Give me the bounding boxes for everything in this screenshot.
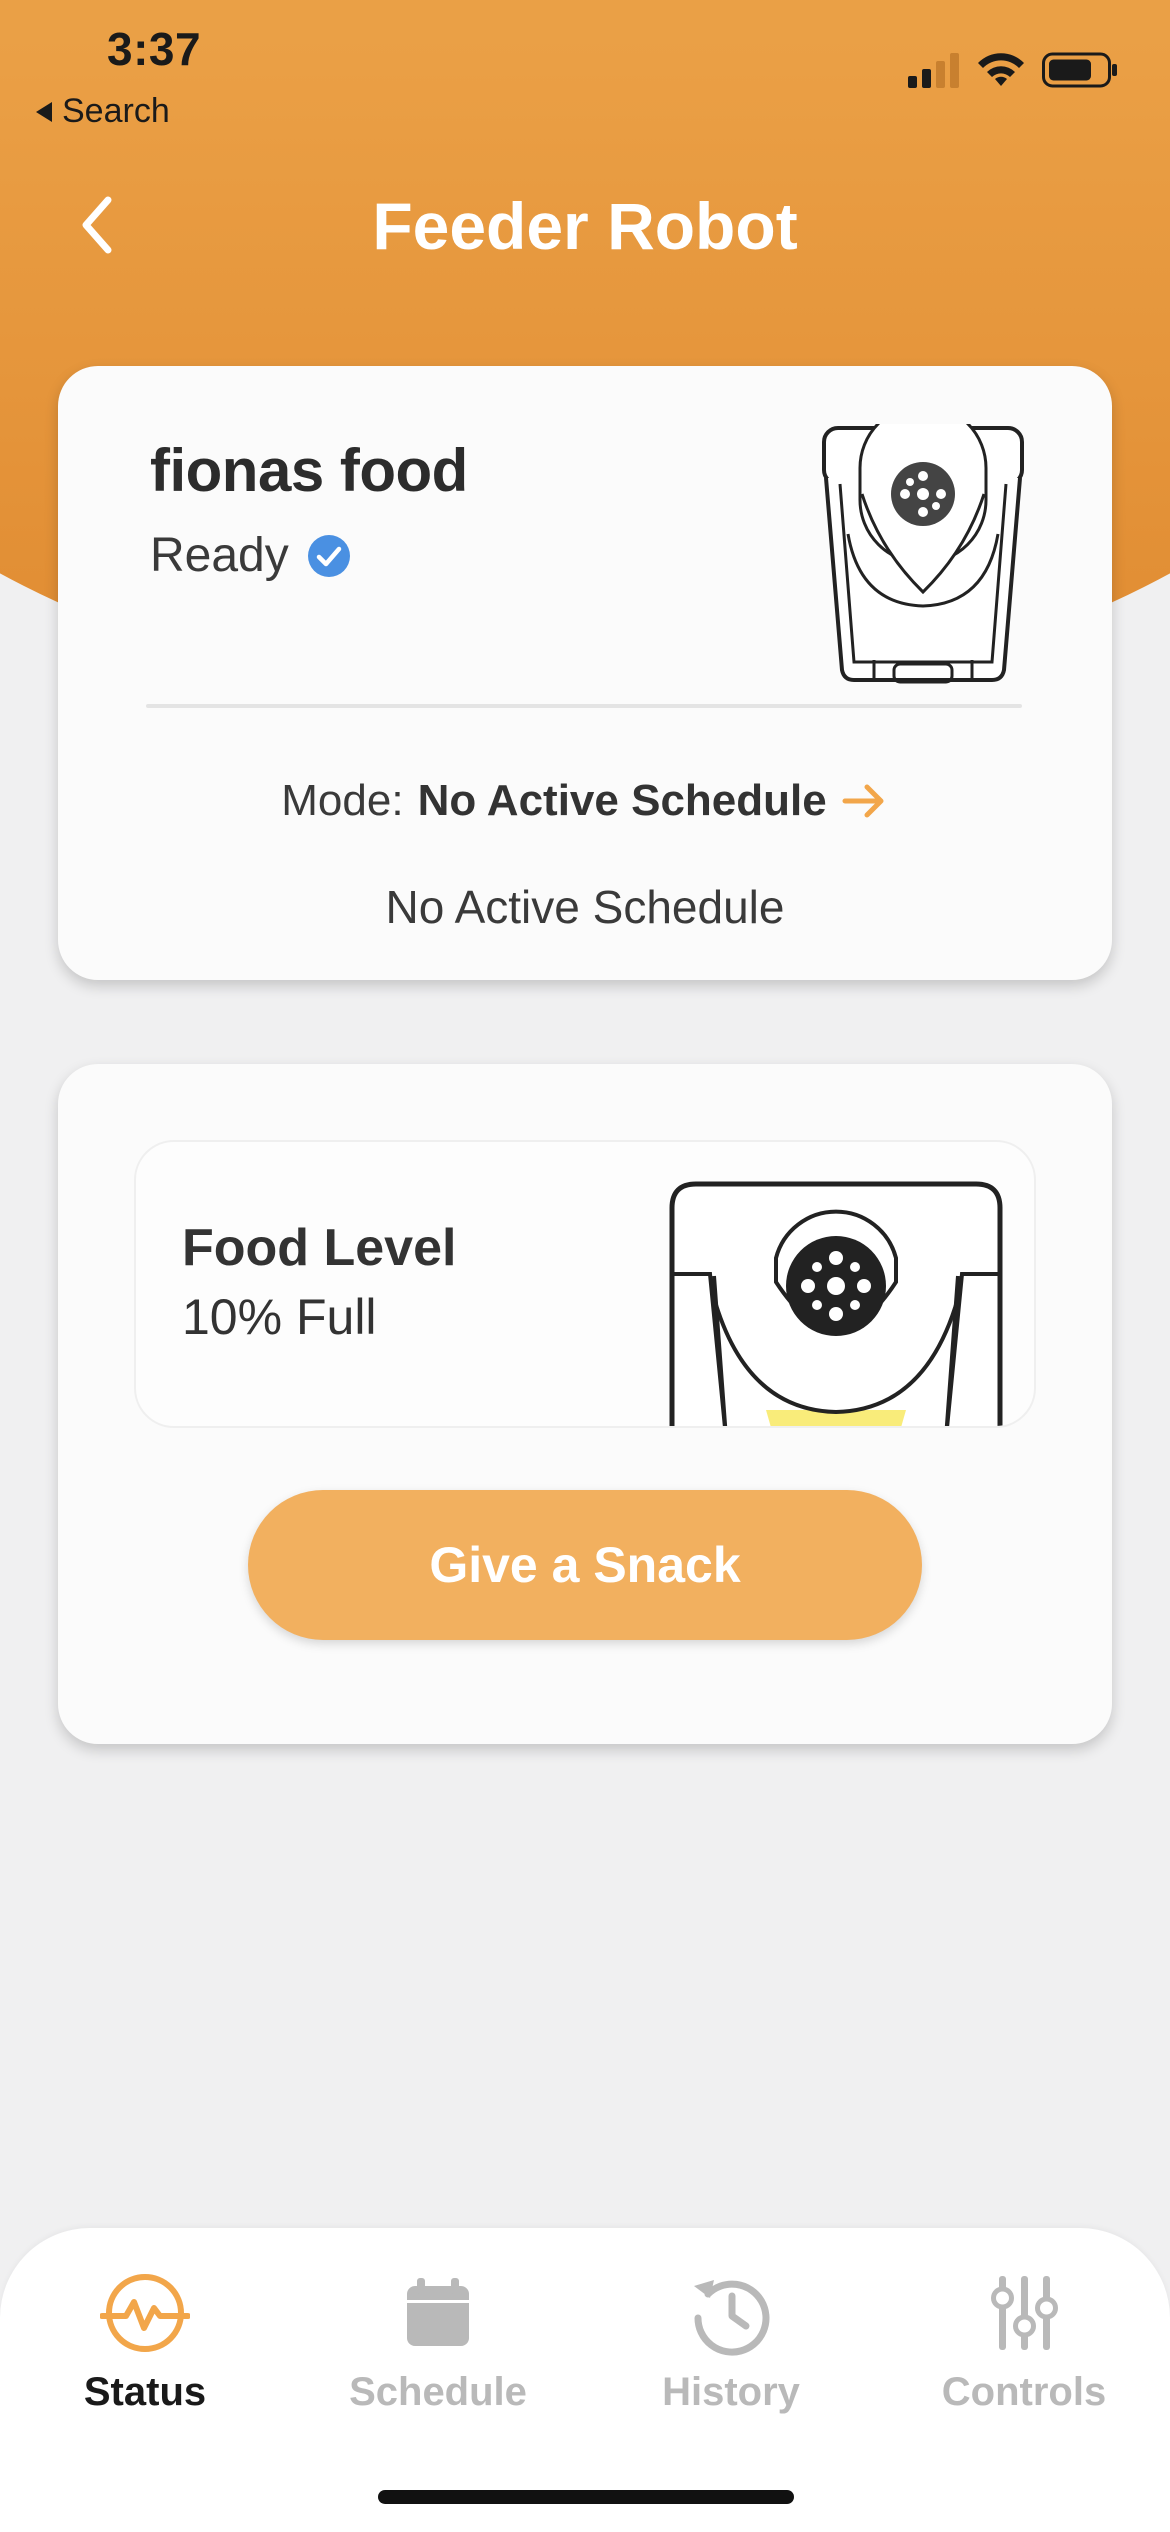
back-search-label: Search	[62, 92, 170, 130]
history-icon	[694, 2280, 770, 2356]
home-indicator[interactable]	[378, 2490, 794, 2504]
calendar-icon	[407, 2278, 469, 2346]
food-card: Food Level 10% Full Give a Snack	[58, 1064, 1112, 1744]
food-level-title: Food Level	[182, 1219, 457, 1277]
feeder-level-image	[669, 1181, 1003, 1426]
schedule-status-text: No Active Schedule	[385, 881, 785, 933]
food-level-box: Food Level 10% Full	[134, 1140, 1036, 1428]
tab-history-label: History	[662, 2370, 800, 2414]
tab-controls[interactable]: Controls	[904, 2268, 1144, 2428]
back-to-search-link[interactable]: Search	[36, 92, 170, 131]
status-icons	[908, 52, 1118, 88]
wifi-icon	[978, 53, 1024, 86]
sliders-icon	[991, 2276, 1058, 2350]
give-snack-button[interactable]: Give a Snack	[248, 1490, 922, 1640]
mode-label: Mode:	[281, 776, 404, 825]
app-screen: 3:37 Search Feeder Robot fionas food Rea	[0, 0, 1170, 2532]
arrow-right-icon	[842, 784, 884, 818]
tab-status-label: Status	[83, 2370, 207, 2414]
tab-status[interactable]: Status	[25, 2268, 265, 2428]
device-name: fionas food	[150, 437, 468, 504]
device-card[interactable]: fionas food Ready Mode: No Active Schedu…	[58, 366, 1112, 980]
page-title: Feeder Robot	[372, 189, 798, 263]
battery-icon	[1042, 52, 1117, 88]
activity-icon	[100, 2274, 190, 2352]
verified-check-icon	[307, 534, 350, 577]
tab-controls-label: Controls	[941, 2370, 1107, 2414]
food-level-value: 10% Full	[182, 1289, 377, 1345]
status-time: 3:37	[107, 23, 202, 75]
tab-history[interactable]: History	[611, 2268, 851, 2428]
device-status-text: Ready	[150, 529, 289, 582]
mode-value: No Active Schedule	[417, 776, 827, 825]
mode-link[interactable]: Mode: No Active Schedule	[58, 776, 1112, 826]
tab-schedule[interactable]: Schedule	[318, 2268, 558, 2428]
back-triangle-icon	[36, 101, 52, 122]
device-status: Ready	[150, 528, 351, 583]
tab-bar: Status Schedule History Controls	[0, 2228, 1170, 2532]
tab-schedule-label: Schedule	[349, 2370, 527, 2414]
feeder-robot-image	[822, 424, 1024, 684]
card-divider	[146, 704, 1022, 708]
cellular-signal-icon	[908, 53, 959, 88]
